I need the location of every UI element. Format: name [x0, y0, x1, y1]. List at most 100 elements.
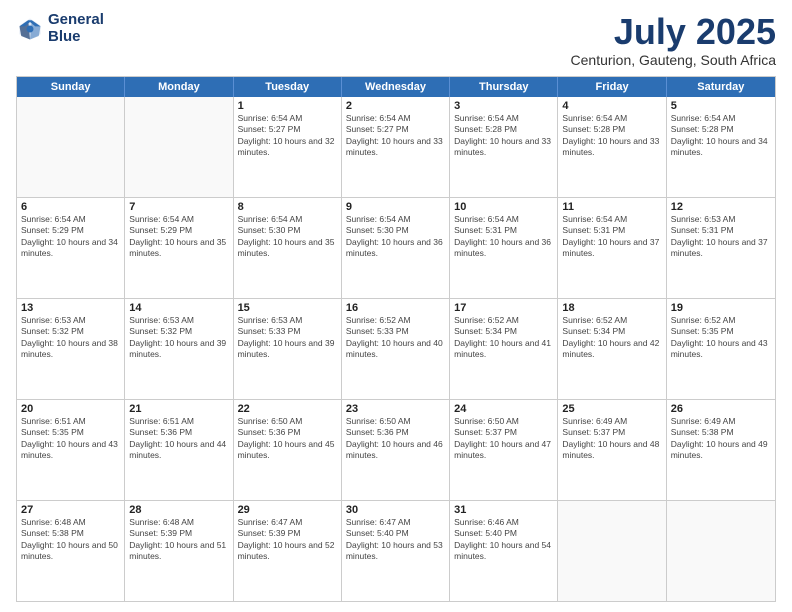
day-number: 23: [346, 403, 445, 415]
calendar-cell: 19Sunrise: 6:52 AMSunset: 5:35 PMDayligh…: [667, 299, 775, 399]
calendar-cell: 13Sunrise: 6:53 AMSunset: 5:32 PMDayligh…: [17, 299, 125, 399]
cell-info: Sunrise: 6:50 AMSunset: 5:36 PMDaylight:…: [238, 416, 337, 462]
cell-info: Sunrise: 6:54 AMSunset: 5:28 PMDaylight:…: [671, 113, 771, 159]
cell-info: Sunrise: 6:52 AMSunset: 5:34 PMDaylight:…: [562, 315, 661, 361]
cell-info: Sunrise: 6:54 AMSunset: 5:28 PMDaylight:…: [454, 113, 553, 159]
calendar-cell: 29Sunrise: 6:47 AMSunset: 5:39 PMDayligh…: [234, 501, 342, 601]
day-number: 20: [21, 403, 120, 415]
cell-info: Sunrise: 6:51 AMSunset: 5:36 PMDaylight:…: [129, 416, 228, 462]
calendar-week-row: 13Sunrise: 6:53 AMSunset: 5:32 PMDayligh…: [17, 298, 775, 399]
cell-info: Sunrise: 6:53 AMSunset: 5:31 PMDaylight:…: [671, 214, 771, 260]
calendar-cell: 5Sunrise: 6:54 AMSunset: 5:28 PMDaylight…: [667, 97, 775, 197]
day-number: 21: [129, 403, 228, 415]
cell-info: Sunrise: 6:47 AMSunset: 5:39 PMDaylight:…: [238, 517, 337, 563]
calendar-cell: 21Sunrise: 6:51 AMSunset: 5:36 PMDayligh…: [125, 400, 233, 500]
calendar-cell: [558, 501, 666, 601]
calendar-cell: 4Sunrise: 6:54 AMSunset: 5:28 PMDaylight…: [558, 97, 666, 197]
day-number: 4: [562, 100, 661, 112]
page: General Blue July 2025 Centurion, Gauten…: [0, 0, 792, 612]
day-number: 17: [454, 302, 553, 314]
cell-info: Sunrise: 6:49 AMSunset: 5:38 PMDaylight:…: [671, 416, 771, 462]
calendar: SundayMondayTuesdayWednesdayThursdayFrid…: [16, 76, 776, 602]
day-number: 29: [238, 504, 337, 516]
cell-info: Sunrise: 6:52 AMSunset: 5:34 PMDaylight:…: [454, 315, 553, 361]
calendar-cell: 14Sunrise: 6:53 AMSunset: 5:32 PMDayligh…: [125, 299, 233, 399]
title-block: July 2025 Centurion, Gauteng, South Afri…: [571, 12, 776, 68]
cell-info: Sunrise: 6:54 AMSunset: 5:31 PMDaylight:…: [562, 214, 661, 260]
calendar-week-row: 27Sunrise: 6:48 AMSunset: 5:38 PMDayligh…: [17, 500, 775, 601]
day-of-week-header: Monday: [125, 77, 233, 97]
cell-info: Sunrise: 6:52 AMSunset: 5:33 PMDaylight:…: [346, 315, 445, 361]
day-of-week-header: Saturday: [667, 77, 775, 97]
cell-info: Sunrise: 6:54 AMSunset: 5:27 PMDaylight:…: [346, 113, 445, 159]
calendar-cell: 17Sunrise: 6:52 AMSunset: 5:34 PMDayligh…: [450, 299, 558, 399]
calendar-body: 1 Sunrise: 6:54 AMSunset: 5:27 PMDaylight…: [17, 97, 775, 601]
calendar-cell: 26Sunrise: 6:49 AMSunset: 5:38 PMDayligh…: [667, 400, 775, 500]
day-number: 24: [454, 403, 553, 415]
calendar-cell: 27Sunrise: 6:48 AMSunset: 5:38 PMDayligh…: [17, 501, 125, 601]
day-number: 14: [129, 302, 228, 314]
calendar-cell: 16Sunrise: 6:52 AMSunset: 5:33 PMDayligh…: [342, 299, 450, 399]
day-number: 6: [21, 201, 120, 213]
calendar-week-row: 6Sunrise: 6:54 AMSunset: 5:29 PMDaylight…: [17, 197, 775, 298]
cell-info: Sunrise: 6:47 AMSunset: 5:40 PMDaylight:…: [346, 517, 445, 563]
calendar-cell: [125, 97, 233, 197]
day-number: 16: [346, 302, 445, 314]
day-of-week-header: Sunday: [17, 77, 125, 97]
day-of-week-header: Friday: [558, 77, 666, 97]
calendar-cell: 15Sunrise: 6:53 AMSunset: 5:33 PMDayligh…: [234, 299, 342, 399]
day-number: 2: [346, 100, 445, 112]
cell-info: Sunrise: 6:54 AMSunset: 5:30 PMDaylight:…: [346, 214, 445, 260]
cell-info: Sunrise: 6:49 AMSunset: 5:37 PMDaylight:…: [562, 416, 661, 462]
calendar-cell: 3Sunrise: 6:54 AMSunset: 5:28 PMDaylight…: [450, 97, 558, 197]
logo: General Blue: [16, 12, 104, 45]
day-number: 31: [454, 504, 553, 516]
cell-info: Sunrise: 6:50 AMSunset: 5:37 PMDaylight:…: [454, 416, 553, 462]
header: General Blue July 2025 Centurion, Gauten…: [16, 12, 776, 68]
day-of-week-header: Tuesday: [234, 77, 342, 97]
cell-info: Sunrise: 6:54 AMSunset: 5:28 PMDaylight:…: [562, 113, 661, 159]
day-number: 18: [562, 302, 661, 314]
cell-info: Sunrise: 6:51 AMSunset: 5:35 PMDaylight:…: [21, 416, 120, 462]
day-of-week-header: Wednesday: [342, 77, 450, 97]
cell-info: Sunrise: 6:52 AMSunset: 5:35 PMDaylight:…: [671, 315, 771, 361]
day-number: 13: [21, 302, 120, 314]
day-number: 28: [129, 504, 228, 516]
day-number: 19: [671, 302, 771, 314]
cell-info: Sunrise: 6:46 AMSunset: 5:40 PMDaylight:…: [454, 517, 553, 563]
calendar-cell: [667, 501, 775, 601]
calendar-cell: 7Sunrise: 6:54 AMSunset: 5:29 PMDaylight…: [125, 198, 233, 298]
day-number: 7: [129, 201, 228, 213]
calendar-cell: 11Sunrise: 6:54 AMSunset: 5:31 PMDayligh…: [558, 198, 666, 298]
calendar-cell: 10Sunrise: 6:54 AMSunset: 5:31 PMDayligh…: [450, 198, 558, 298]
calendar-cell: 12Sunrise: 6:53 AMSunset: 5:31 PMDayligh…: [667, 198, 775, 298]
cell-info: Sunrise: 6:53 AMSunset: 5:33 PMDaylight:…: [238, 315, 337, 361]
cell-info: Sunrise: 6:48 AMSunset: 5:38 PMDaylight:…: [21, 517, 120, 563]
calendar-cell: 8Sunrise: 6:54 AMSunset: 5:30 PMDaylight…: [234, 198, 342, 298]
calendar-cell: 2Sunrise: 6:54 AMSunset: 5:27 PMDaylight…: [342, 97, 450, 197]
day-number: 15: [238, 302, 337, 314]
location-subtitle: Centurion, Gauteng, South Africa: [571, 52, 776, 68]
calendar-cell: 1Sunrise: 6:54 AMSunset: 5:27 PMDaylight…: [234, 97, 342, 197]
calendar-cell: 18Sunrise: 6:52 AMSunset: 5:34 PMDayligh…: [558, 299, 666, 399]
day-number: 9: [346, 201, 445, 213]
day-number: 12: [671, 201, 771, 213]
calendar-week-row: 1 Sunrise: 6:54 AMSunset: 5:27 PMDaylight…: [17, 97, 775, 197]
day-number: 27: [21, 504, 120, 516]
day-number: 1: [238, 100, 337, 112]
calendar-cell: 25Sunrise: 6:49 AMSunset: 5:37 PMDayligh…: [558, 400, 666, 500]
month-title: July 2025: [571, 12, 776, 52]
day-number: 25: [562, 403, 661, 415]
day-number: 30: [346, 504, 445, 516]
calendar-cell: 22Sunrise: 6:50 AMSunset: 5:36 PMDayligh…: [234, 400, 342, 500]
cell-info: Sunrise: 6:53 AMSunset: 5:32 PMDaylight:…: [21, 315, 120, 361]
cell-info: Sunrise: 6:54 AMSunset: 5:31 PMDaylight:…: [454, 214, 553, 260]
cell-info: Sunrise: 6:48 AMSunset: 5:39 PMDaylight:…: [129, 517, 228, 563]
calendar-cell: [17, 97, 125, 197]
calendar-cell: 6Sunrise: 6:54 AMSunset: 5:29 PMDaylight…: [17, 198, 125, 298]
calendar-cell: 24Sunrise: 6:50 AMSunset: 5:37 PMDayligh…: [450, 400, 558, 500]
day-number: 26: [671, 403, 771, 415]
logo-icon: [16, 15, 44, 43]
day-number: 22: [238, 403, 337, 415]
calendar-cell: 30Sunrise: 6:47 AMSunset: 5:40 PMDayligh…: [342, 501, 450, 601]
